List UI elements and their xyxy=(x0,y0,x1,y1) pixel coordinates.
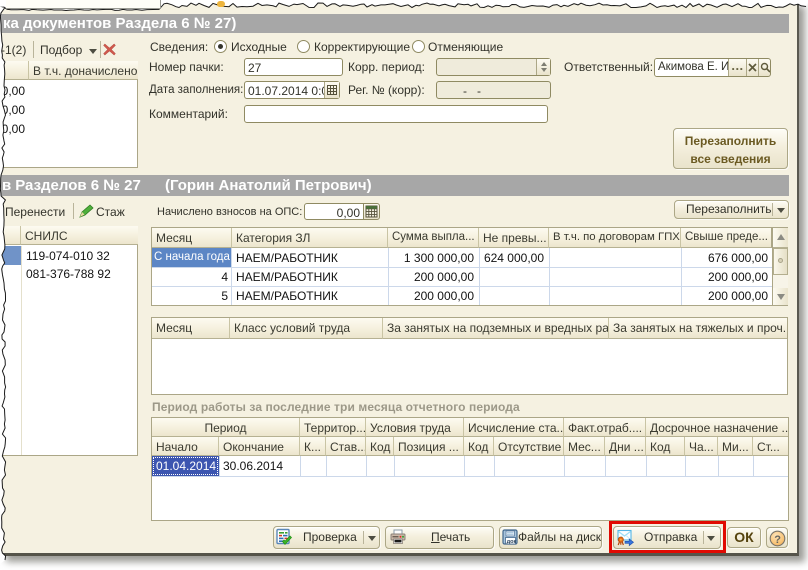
svg-text:?: ? xyxy=(774,533,781,545)
svg-text:док: док xyxy=(507,539,517,545)
